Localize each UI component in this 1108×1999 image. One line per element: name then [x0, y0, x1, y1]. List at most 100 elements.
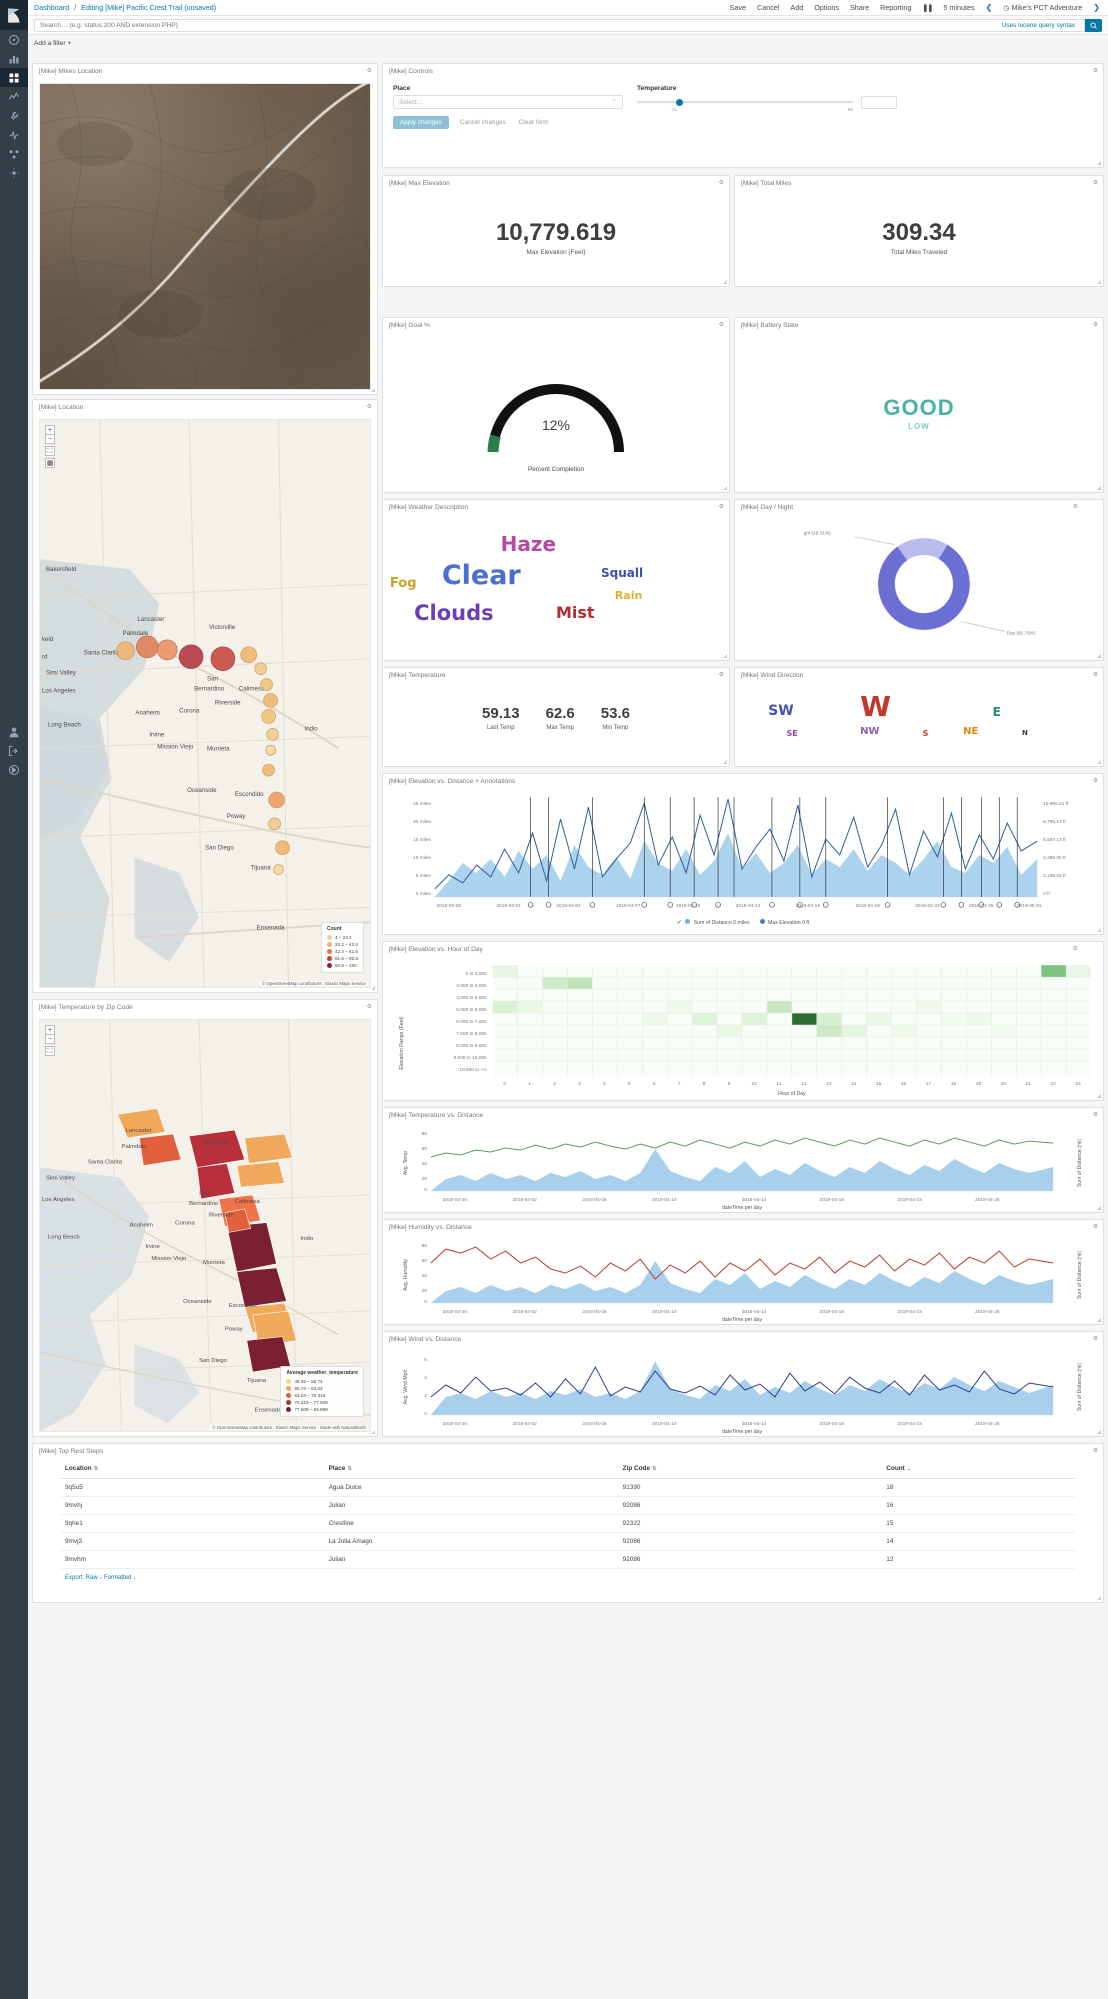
temperature-slider[interactable]: 41 95	[637, 95, 853, 112]
panel-resize-handle[interactable]	[721, 278, 728, 285]
humidity-distance-chart[interactable]: Avg. Humidity Sum of Distance (mi) 8060 …	[383, 1235, 1103, 1323]
leaflet-map[interactable]: Bakersfield Lancaster Palmdale Victorvil…	[39, 419, 371, 988]
panel-resize-handle[interactable]	[1095, 278, 1102, 285]
gear-icon[interactable]: ⚙	[718, 504, 725, 511]
column-header-location[interactable]: Location ⇅	[61, 1459, 325, 1479]
gear-icon[interactable]: ⚙	[1092, 68, 1099, 75]
wind-distance-chart[interactable]: Avg. Wind Mph Sum of Distance (mi) 64 20…	[383, 1347, 1103, 1435]
gear-icon[interactable]: ⚙	[1092, 1336, 1099, 1343]
sidebar-item-visualize[interactable]	[0, 49, 28, 68]
table-row[interactable]: 9mvhj Julian 92086 16	[61, 1496, 1075, 1515]
add-button[interactable]: Add	[790, 3, 803, 12]
table-export-links[interactable]: Export: Raw ↓ Formatted ↓	[61, 1569, 1075, 1587]
sidebar-item-dashboard[interactable]	[0, 68, 28, 87]
collapse-icon[interactable]	[0, 760, 28, 779]
gear-icon[interactable]: ⚙	[366, 404, 373, 411]
fit-bounds-button[interactable]: ⛶	[45, 446, 55, 456]
tag-word[interactable]: W	[860, 690, 891, 723]
draw-filter-button[interactable]: ▦	[45, 458, 55, 468]
panel-resize-handle[interactable]	[721, 484, 728, 491]
tag-word[interactable]: S	[923, 729, 929, 738]
search-input[interactable]	[34, 18, 1085, 32]
add-filter-button[interactable]: Add a filter +	[34, 40, 71, 47]
panel-resize-handle[interactable]	[369, 1428, 376, 1435]
temp-distance-chart[interactable]: Avg. Temp Sum of Distance (mi) 80 60 40 20…	[383, 1123, 1103, 1211]
tag-word[interactable]: Clouds	[414, 601, 494, 625]
slider-knob[interactable]	[675, 98, 683, 106]
panel-resize-handle[interactable]	[1095, 1428, 1102, 1435]
sidebar-item-graph[interactable]	[0, 144, 28, 163]
panel-resize-handle[interactable]	[1095, 159, 1102, 166]
tag-word[interactable]: Fog	[390, 576, 417, 591]
gear-icon[interactable]: ⚙	[1092, 672, 1099, 679]
satellite-image[interactable]	[39, 83, 371, 390]
sidebar-item-monitoring[interactable]	[0, 125, 28, 144]
column-header-count[interactable]: Count ⌄	[882, 1459, 1075, 1479]
tag-word[interactable]: NE	[963, 726, 978, 737]
tag-word[interactable]: Rain	[615, 589, 643, 602]
clear-form-button[interactable]: Clear form	[517, 116, 551, 129]
cancel-button[interactable]: Cancel	[757, 3, 779, 12]
pause-icon[interactable]: ❚❚	[922, 3, 933, 12]
time-range-picker[interactable]: ◷ Mike's PCT Adventure	[1003, 3, 1082, 12]
chevron-left-icon[interactable]: ❮	[986, 3, 993, 12]
lucene-syntax-note[interactable]: Uses lucene query syntax	[998, 21, 1078, 29]
options-button[interactable]: Options	[814, 3, 839, 12]
panel-resize-handle[interactable]	[721, 758, 728, 765]
gear-icon[interactable]: ⚙	[1092, 1448, 1099, 1455]
zoom-out-button[interactable]: −	[45, 1034, 55, 1044]
tag-word[interactable]: N	[1022, 729, 1028, 737]
refresh-interval[interactable]: 5 minutes	[943, 3, 974, 12]
tag-word[interactable]: Squall	[601, 566, 643, 580]
tag-word[interactable]: SW	[768, 703, 794, 719]
logout-icon[interactable]	[0, 741, 28, 760]
gear-icon[interactable]: ⚙	[366, 68, 373, 75]
gear-icon[interactable]: ⚙	[1092, 1112, 1099, 1119]
panel-resize-handle[interactable]	[1095, 1204, 1102, 1211]
panel-resize-handle[interactable]	[369, 386, 376, 393]
tag-word[interactable]: Clear	[442, 560, 521, 591]
tag-word[interactable]: SE	[787, 729, 798, 738]
save-button[interactable]: Save	[730, 3, 746, 12]
heatmap-chart[interactable]: Elevation Range (Feet) 0 to 3,000 3,000 …	[383, 957, 1103, 1097]
table-row[interactable]: 9qhe1 Crestline 92322 15	[61, 1514, 1075, 1533]
gear-icon[interactable]: ⚙	[1092, 1224, 1099, 1231]
panel-resize-handle[interactable]	[1095, 758, 1102, 765]
legend-entry-distance[interactable]: ✔ Sum of Distance 0 miles	[677, 919, 750, 926]
search-button[interactable]	[1085, 18, 1102, 32]
gear-icon[interactable]: ⚙	[1072, 504, 1079, 511]
sidebar-item-devtools[interactable]	[0, 106, 28, 125]
table-row[interactable]: 9mvhm Julian 92086 12	[61, 1550, 1075, 1569]
tag-word[interactable]: Haze	[501, 532, 556, 556]
sidebar-item-discover[interactable]	[0, 30, 28, 49]
tag-word[interactable]: Mist	[556, 603, 595, 622]
column-header-zip[interactable]: Zip Code ⇅	[618, 1459, 883, 1479]
chevron-right-icon[interactable]: ❯	[1093, 3, 1100, 12]
fit-bounds-button[interactable]: ⛶	[45, 1046, 55, 1056]
sidebar-item-timelion[interactable]	[0, 87, 28, 106]
gear-icon[interactable]: ⚙	[1072, 946, 1079, 953]
column-header-place[interactable]: Place ⇅	[324, 1459, 619, 1479]
share-button[interactable]: Share	[850, 3, 869, 12]
donut-chart[interactable]: ght (18.21%) Day (81.79%)	[735, 515, 1103, 660]
table-row[interactable]: 9q5u5 Agua Dulce 91390 18	[61, 1478, 1075, 1497]
panel-resize-handle[interactable]	[1095, 1594, 1102, 1601]
panel-resize-handle[interactable]	[1095, 1092, 1102, 1099]
tag-word[interactable]: E	[993, 705, 1001, 719]
gear-icon[interactable]: ⚙	[1092, 180, 1099, 187]
panel-resize-handle[interactable]	[1095, 926, 1102, 933]
gear-icon[interactable]: ⚙	[1092, 778, 1099, 785]
reporting-button[interactable]: Reporting	[880, 3, 911, 12]
temperature-input[interactable]	[861, 95, 897, 109]
gear-icon[interactable]: ⚙	[1092, 322, 1099, 329]
legend-entry-elevation[interactable]: Max Elevation 0 ft	[759, 919, 809, 926]
panel-resize-handle[interactable]	[1095, 652, 1102, 659]
choropleth-map[interactable]: Lancaster Palmdale Victorville Santa Cla…	[39, 1019, 371, 1432]
place-select[interactable]: Select...	[393, 95, 623, 109]
elevation-distance-chart[interactable]: 25 miles 20 miles 15 miles 10 miles 5 mile…	[383, 789, 1103, 913]
gear-icon[interactable]: ⚙	[718, 672, 725, 679]
user-icon[interactable]	[0, 722, 28, 741]
panel-resize-handle[interactable]	[1095, 1316, 1102, 1323]
zoom-out-button[interactable]: −	[45, 434, 55, 444]
table-row[interactable]: 9mvj3 La Jolla Amago 92086 14	[61, 1532, 1075, 1551]
